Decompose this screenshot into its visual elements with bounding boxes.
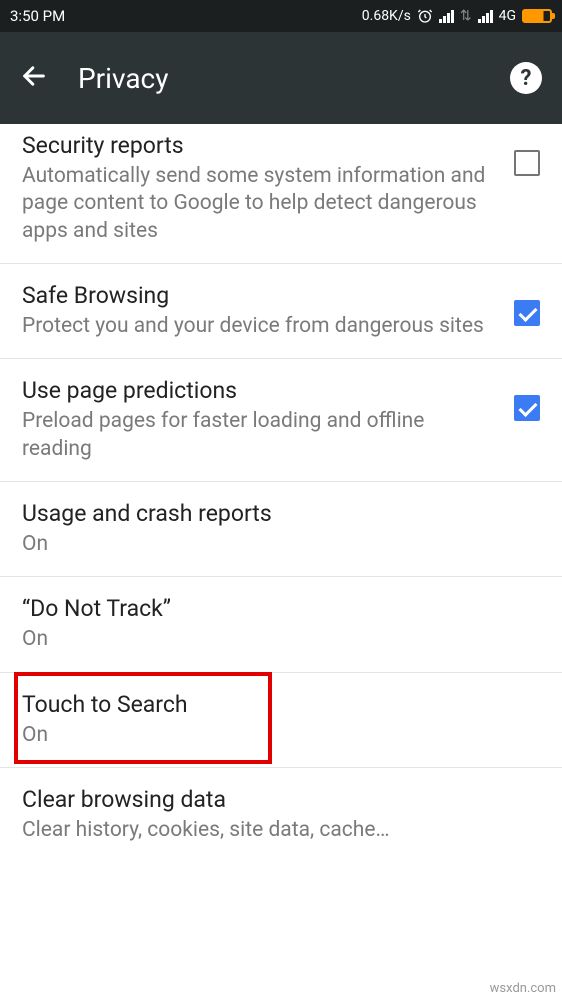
- setting-title: Clear browsing data: [22, 784, 540, 815]
- setting-sub: Protect you and your device from dangero…: [22, 313, 496, 340]
- setting-safe-browsing[interactable]: Safe Browsing Protect you and your devic…: [0, 264, 562, 359]
- setting-sub: On: [22, 626, 540, 653]
- setting-sub: Clear history, cookies, site data, cache…: [22, 817, 540, 844]
- checkbox-safe-browsing[interactable]: [514, 300, 540, 326]
- alarm-icon: [417, 8, 433, 24]
- page-title: Privacy: [78, 62, 480, 95]
- setting-page-predictions[interactable]: Use page predictions Preload pages for f…: [0, 359, 562, 482]
- setting-title: Safe Browsing: [22, 280, 496, 311]
- setting-touch-search[interactable]: Touch to Search On: [0, 673, 562, 768]
- settings-list: Security reports Automatically send some…: [0, 124, 562, 862]
- setting-title: Security reports: [22, 130, 496, 161]
- watermark: wsxdn.com: [490, 981, 556, 996]
- status-bar: 3:50 PM 0.68K/s ⇅ 4G: [0, 0, 562, 32]
- setting-sub: On: [22, 531, 540, 558]
- status-speed: 0.68K/s: [362, 8, 411, 24]
- checkbox-security-reports[interactable]: [514, 150, 540, 176]
- checkbox-page-predictions[interactable]: [514, 395, 540, 421]
- setting-title: Touch to Search: [22, 689, 540, 720]
- signal-icon: [439, 10, 454, 23]
- help-icon[interactable]: ?: [510, 62, 542, 94]
- back-arrow-icon[interactable]: [20, 62, 48, 94]
- data-arrows-icon: ⇅: [460, 8, 472, 24]
- status-time: 3:50 PM: [10, 7, 362, 25]
- setting-do-not-track[interactable]: “Do Not Track” On: [0, 577, 562, 672]
- app-bar: Privacy ?: [0, 32, 562, 124]
- setting-title: “Do Not Track”: [22, 593, 540, 624]
- setting-sub: On: [22, 722, 540, 749]
- network-label: 4G: [499, 8, 516, 24]
- setting-security-reports[interactable]: Security reports Automatically send some…: [0, 124, 562, 264]
- setting-sub: Preload pages for faster loading and off…: [22, 408, 496, 463]
- signal-icon-2: [478, 10, 493, 23]
- status-right: 0.68K/s ⇅ 4G: [362, 8, 552, 24]
- setting-sub: Automatically send some system informati…: [22, 163, 496, 245]
- battery-icon: [522, 9, 552, 23]
- setting-title: Use page predictions: [22, 375, 496, 406]
- setting-clear-data[interactable]: Clear browsing data Clear history, cooki…: [0, 768, 562, 862]
- setting-title: Usage and crash reports: [22, 498, 540, 529]
- setting-usage-crash[interactable]: Usage and crash reports On: [0, 482, 562, 577]
